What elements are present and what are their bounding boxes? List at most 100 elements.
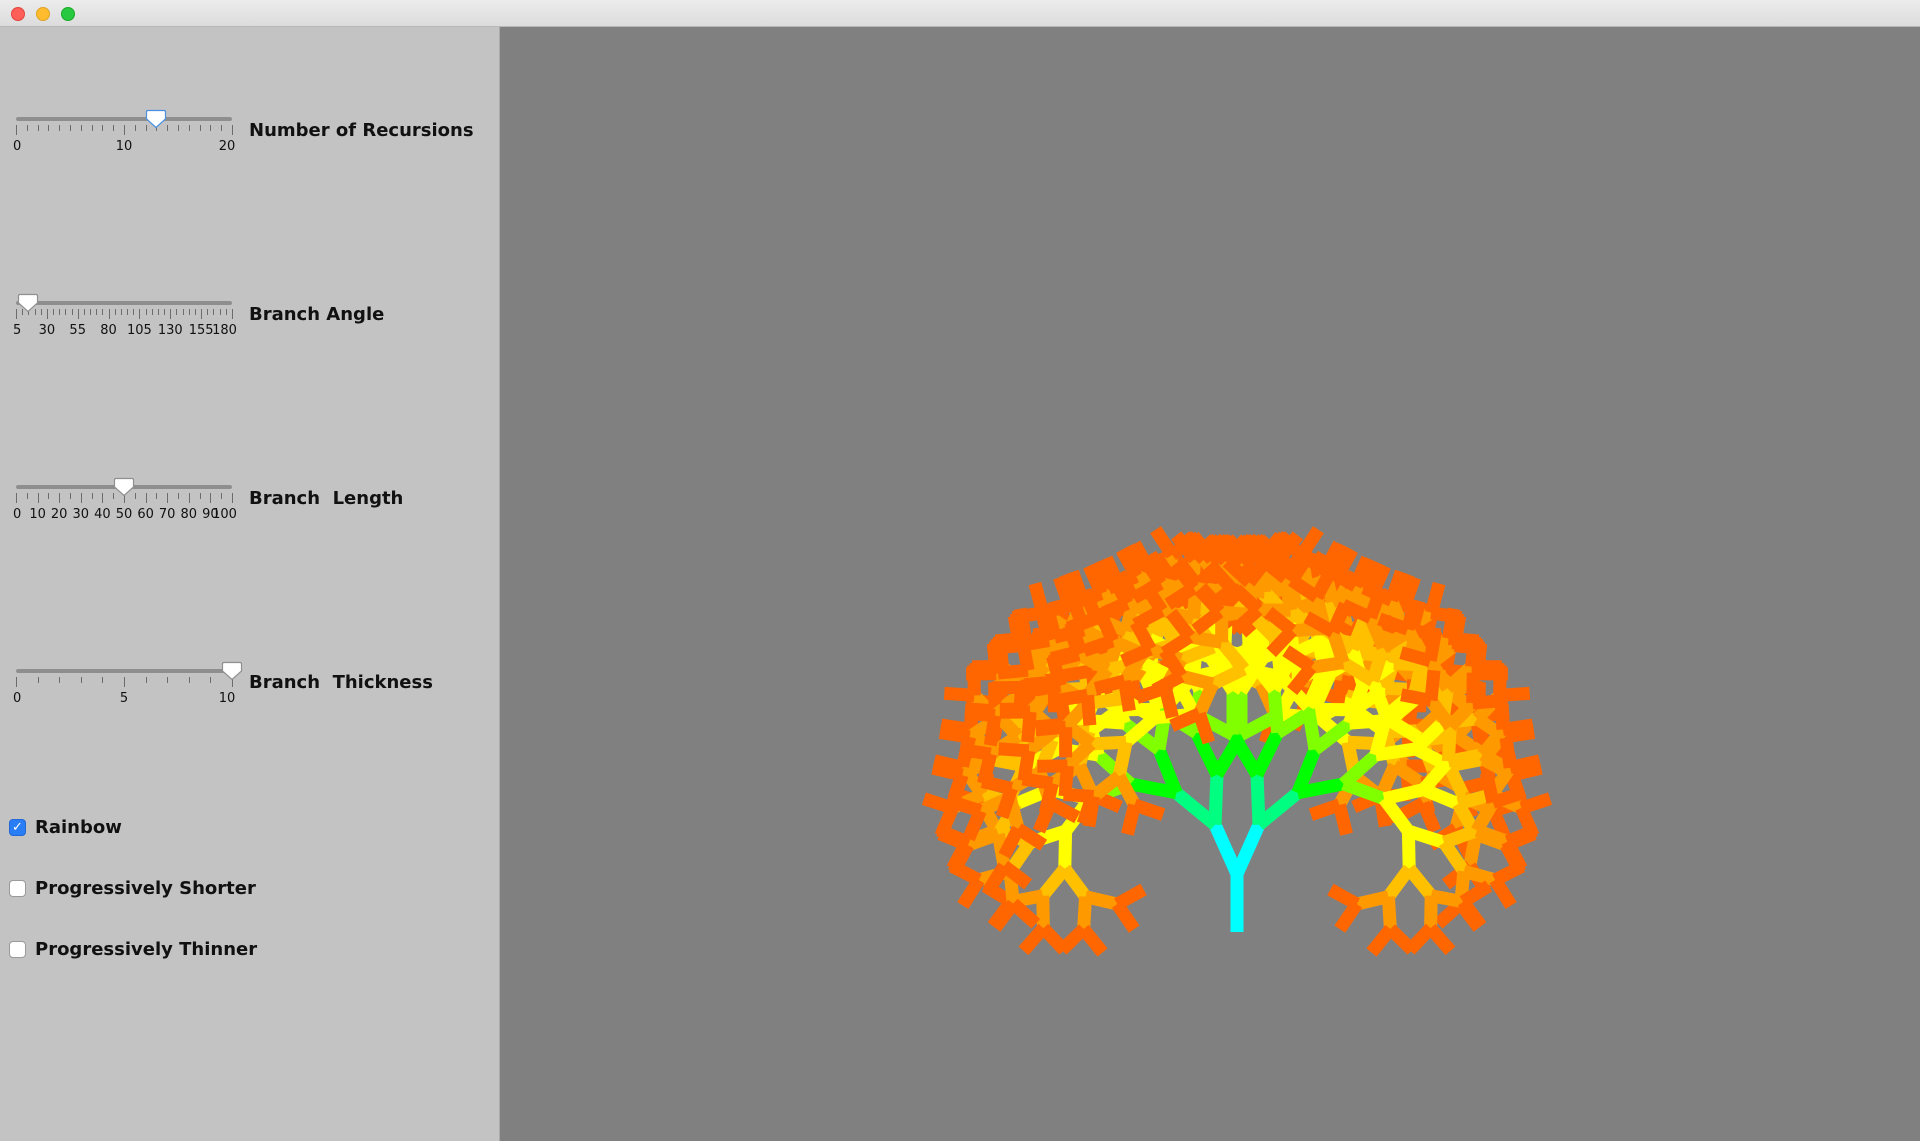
tree-branch xyxy=(1489,876,1517,909)
tick-label: 20 xyxy=(218,139,236,154)
branch-angle-slider[interactable]: 5 30 55 80 105 130 155 180 xyxy=(13,291,237,351)
slider-thumb[interactable] xyxy=(145,109,167,129)
major-tick xyxy=(145,493,147,503)
minimize-button[interactable] xyxy=(36,7,50,21)
minor-tick xyxy=(80,125,82,131)
zoom-button[interactable] xyxy=(61,7,75,21)
minor-tick xyxy=(65,309,67,315)
minor-tick xyxy=(53,309,55,315)
tree-branch xyxy=(998,742,1030,758)
minor-tick xyxy=(127,309,129,315)
tick-label: 70 xyxy=(158,507,176,522)
minor-tick xyxy=(102,677,104,683)
recursions-slider-row: 0 10 20 Number of Recursions xyxy=(0,107,499,177)
tick-label: 0 xyxy=(13,139,22,154)
fractal-tree xyxy=(921,526,1553,957)
tick-label: 30 xyxy=(38,323,56,338)
slider-tick-labels: 5 30 55 80 105 130 155 180 xyxy=(13,323,237,339)
rainbow-option[interactable]: ✓ Rainbow xyxy=(9,816,122,838)
minor-tick xyxy=(188,125,190,131)
minor-tick xyxy=(199,125,201,131)
tree-branch xyxy=(1401,598,1422,631)
branch-length-slider-row: 0 10 20 30 40 50 60 70 80 90 100 Branch Length xyxy=(0,475,499,545)
tree-branch xyxy=(959,743,992,761)
tree-branch xyxy=(1447,748,1484,768)
tree-branch xyxy=(938,725,971,744)
progressively-thinner-option[interactable]: Progressively Thinner xyxy=(9,938,257,960)
major-tick xyxy=(124,125,125,135)
branch-length-slider[interactable]: 0 10 20 30 40 50 60 70 80 90 100 xyxy=(13,475,237,535)
slider-thumb[interactable] xyxy=(17,293,39,313)
minor-tick xyxy=(151,309,153,315)
tree-branch xyxy=(1018,923,1049,956)
progressively-shorter-label: Progressively Shorter xyxy=(35,877,256,899)
minor-tick xyxy=(26,125,28,131)
minor-tick xyxy=(178,493,179,499)
tree-branch xyxy=(982,862,1010,895)
minor-tick xyxy=(134,125,136,131)
minor-tick xyxy=(207,309,209,315)
tick-label: 40 xyxy=(94,507,111,522)
tree-branch xyxy=(1508,754,1542,775)
slider-thumb[interactable] xyxy=(113,477,135,497)
minor-tick xyxy=(59,309,61,315)
close-button[interactable] xyxy=(11,7,25,21)
tree-branch xyxy=(1401,830,1416,869)
minor-tick xyxy=(225,309,227,315)
tree-branch xyxy=(1374,742,1417,762)
minor-tick xyxy=(221,125,223,131)
slider-thumb[interactable] xyxy=(221,661,243,681)
tree-branch xyxy=(989,899,1019,932)
tree-branch xyxy=(1501,718,1534,736)
progressively-shorter-checkbox[interactable] xyxy=(9,879,26,897)
tree-branch xyxy=(1457,897,1487,930)
progressively-shorter-option[interactable]: Progressively Shorter xyxy=(9,877,256,899)
minor-tick xyxy=(114,309,116,315)
tick-label: 0 xyxy=(13,691,22,706)
minor-tick xyxy=(210,677,212,683)
rainbow-checkbox[interactable]: ✓ xyxy=(9,818,26,836)
minor-tick xyxy=(113,125,115,131)
minor-tick xyxy=(96,309,98,315)
recursions-slider[interactable]: 0 10 20 xyxy=(13,107,235,167)
minor-tick xyxy=(48,125,50,131)
minor-tick xyxy=(59,677,61,683)
fractal-tree-drawing xyxy=(921,526,1553,957)
minor-tick xyxy=(102,125,104,131)
branch-length-label: Branch Length xyxy=(249,488,404,509)
tick-label: 180 xyxy=(212,323,237,338)
major-tick xyxy=(188,493,190,503)
major-tick xyxy=(16,493,17,503)
tree-branch xyxy=(1443,763,1470,801)
tree-branch xyxy=(1093,674,1127,695)
minor-tick xyxy=(71,309,73,315)
tree-branch xyxy=(1056,688,1089,707)
tree-branch xyxy=(1296,777,1345,800)
tick-label: 5 xyxy=(13,323,22,338)
tree-branch xyxy=(1424,669,1441,702)
minor-tick xyxy=(188,309,190,315)
tree-branch xyxy=(1491,786,1524,809)
branch-thickness-label: Branch Thickness xyxy=(249,672,433,693)
slider-ticks xyxy=(16,125,233,137)
minor-tick xyxy=(213,309,215,315)
major-tick xyxy=(124,677,125,687)
tree-branch xyxy=(1308,798,1342,821)
minor-tick xyxy=(145,309,147,315)
slider-track[interactable] xyxy=(16,117,232,121)
minor-tick xyxy=(26,493,28,499)
major-tick xyxy=(59,493,61,503)
slider-track[interactable] xyxy=(16,301,232,305)
control-panel: 0 10 20 Number of Recursions 5 30 55 80 105 130… xyxy=(0,27,499,1141)
slider-tick-labels: 0 5 10 xyxy=(13,691,235,707)
tree-branch xyxy=(1208,774,1224,825)
progressively-thinner-checkbox[interactable] xyxy=(9,940,26,958)
slider-track[interactable] xyxy=(16,669,232,673)
fractal-tree-canvas[interactable] xyxy=(499,27,1920,1141)
tree-branch xyxy=(1499,686,1531,702)
tick-label: 20 xyxy=(50,507,68,522)
branch-thickness-slider[interactable]: 0 5 10 xyxy=(13,659,243,719)
major-tick xyxy=(139,309,141,319)
tree-branch xyxy=(1424,895,1438,929)
major-tick xyxy=(37,493,39,503)
